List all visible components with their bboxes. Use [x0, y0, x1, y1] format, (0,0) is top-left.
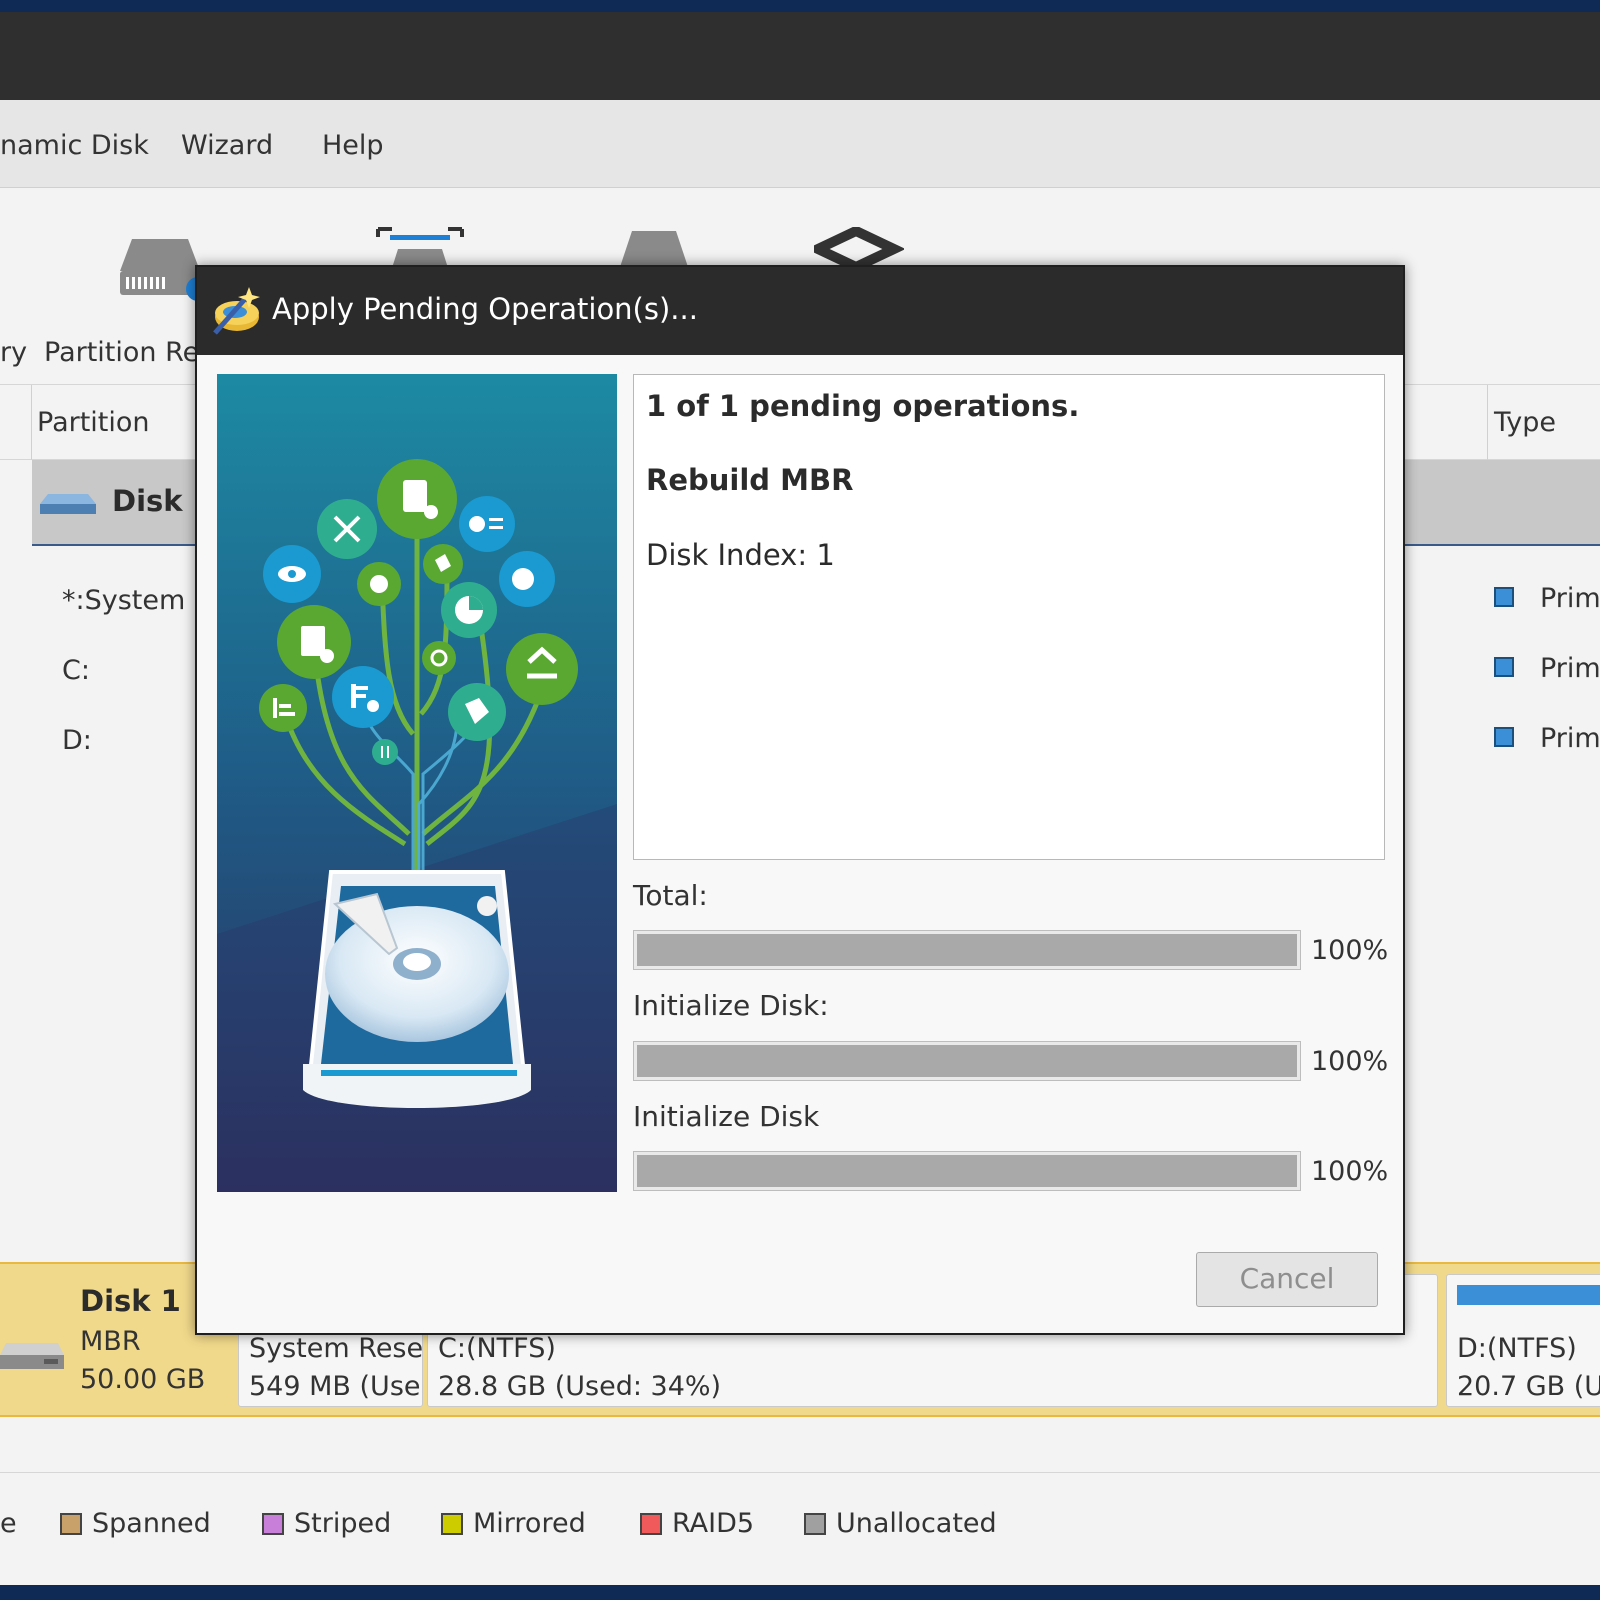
progress-fill — [637, 1155, 1297, 1187]
legend-swatch — [804, 1513, 826, 1535]
legend-label: RAID5 — [672, 1508, 755, 1539]
progress-percent-current-step: 100% — [1311, 1156, 1389, 1187]
operation-detail: Disk Index: 1 — [646, 538, 835, 572]
legend-item-unallocated: Unallocated — [804, 1508, 997, 1539]
legend-swatch — [60, 1513, 82, 1535]
menu-bar: namic Disk Wizard Help — [0, 100, 1600, 188]
partition-detail: 20.7 GB (U — [1457, 1371, 1600, 1402]
dialog-title: Apply Pending Operation(s)... — [272, 292, 698, 326]
partition-name: System Rese — [249, 1333, 423, 1364]
partition-type: Prim — [1540, 723, 1600, 754]
progress-fill — [637, 1045, 1297, 1077]
type-swatch — [1494, 587, 1514, 607]
legend-label: Striped — [294, 1508, 392, 1539]
legend-label: Unallocated — [836, 1508, 997, 1539]
column-divider — [31, 385, 32, 460]
legend-item: e — [0, 1508, 17, 1539]
type-swatch — [1494, 657, 1514, 677]
legend-item-striped: Striped — [262, 1508, 391, 1539]
progress-label-initialize-disk: Initialize Disk: — [633, 989, 829, 1022]
legend-swatch — [441, 1513, 463, 1535]
legend-label: Spanned — [92, 1508, 211, 1539]
disk-map-title: Disk 1 — [80, 1284, 181, 1318]
disk-map-size: 50.00 GB — [80, 1364, 206, 1395]
pending-summary: 1 of 1 pending operations. — [646, 389, 1080, 423]
disk-icon — [40, 494, 96, 514]
progress-bar-current-step — [633, 1151, 1301, 1191]
partition-detail: 549 MB (Use — [249, 1371, 421, 1402]
legend-item-spanned: Spanned — [60, 1508, 211, 1539]
column-divider — [1487, 385, 1488, 460]
partition-name: D:(NTFS) — [1457, 1333, 1577, 1364]
progress-bar-initialize-disk — [633, 1041, 1301, 1081]
menu-item-help[interactable]: Help — [322, 130, 384, 161]
legend-label: e — [0, 1508, 17, 1539]
column-header-type[interactable]: Type — [1494, 407, 1556, 438]
operation-name: Rebuild MBR — [646, 463, 854, 497]
toolbar-label-recovery[interactable]: ry — [0, 337, 27, 368]
dialog-title-bar: Apply Pending Operation(s)... — [197, 267, 1403, 355]
legend-swatch — [640, 1513, 662, 1535]
partition-type: Prim — [1540, 653, 1600, 684]
type-swatch — [1494, 727, 1514, 747]
partition-row-system[interactable]: *:System — [62, 585, 185, 616]
hard-disk-icon — [0, 1343, 64, 1369]
data-tree-illustration — [217, 374, 617, 1192]
progress-label-current-step: Initialize Disk — [633, 1100, 820, 1133]
disk-map-scheme: MBR — [80, 1326, 141, 1357]
partition-name: C:(NTFS) — [438, 1333, 556, 1364]
partition-type: Prim — [1540, 583, 1600, 614]
title-bar — [0, 12, 1600, 100]
column-header-partition[interactable]: Partition — [37, 407, 150, 438]
menu-item-dynamic-disk[interactable]: namic Disk — [0, 130, 149, 161]
progress-fill — [637, 934, 1297, 966]
operation-info-box: 1 of 1 pending operations. Rebuild MBR D… — [633, 374, 1385, 860]
cancel-button[interactable]: Cancel — [1196, 1252, 1378, 1307]
partition-detail: 28.8 GB (Used: 34%) — [438, 1371, 722, 1402]
partition-row-d[interactable]: D: — [62, 725, 92, 756]
legend-swatch — [262, 1513, 284, 1535]
legend: e Spanned Striped Mirrored RAID5 Unalloc… — [0, 1472, 1600, 1562]
partition-row-c[interactable]: C: — [62, 655, 90, 686]
progress-percent-initialize-disk: 100% — [1311, 1046, 1389, 1077]
apply-pending-dialog: Apply Pending Operation(s)... 1 of 1 pen… — [195, 265, 1405, 1335]
partition-usage-bar — [1457, 1285, 1600, 1305]
menu-item-wizard[interactable]: Wizard — [181, 130, 273, 161]
toolbar-label-partition-recovery[interactable]: Partition Re — [44, 337, 199, 368]
partition-block-d[interactable]: D:(NTFS) 20.7 GB (U — [1446, 1274, 1600, 1407]
legend-item-raid5: RAID5 — [640, 1508, 754, 1539]
magic-wand-app-icon — [213, 287, 260, 335]
progress-label-total: Total: — [633, 879, 708, 912]
progress-percent-total: 100% — [1311, 935, 1389, 966]
progress-bar-total — [633, 930, 1301, 970]
legend-label: Mirrored — [473, 1508, 586, 1539]
legend-item-mirrored: Mirrored — [441, 1508, 586, 1539]
